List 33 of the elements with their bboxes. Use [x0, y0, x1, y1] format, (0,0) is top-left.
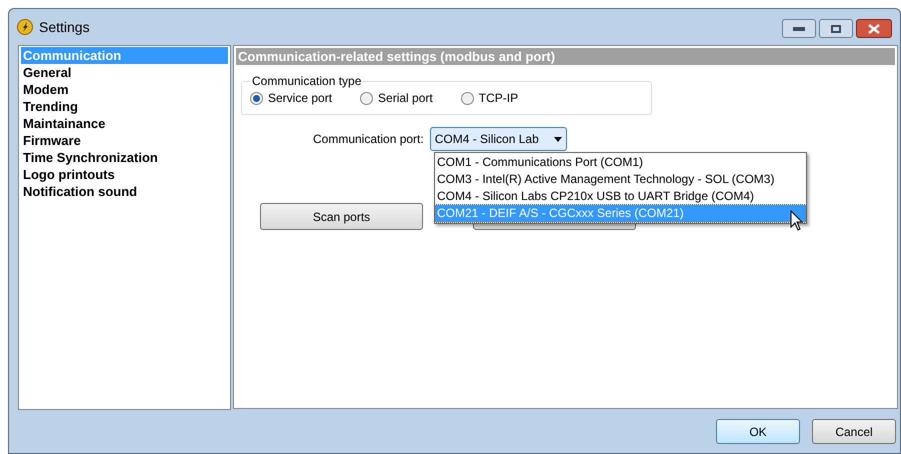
- dropdown-option[interactable]: COM4 - Silicon Labs CP210x USB to UART Bridge (COM4): [435, 188, 806, 205]
- maximize-icon: [831, 24, 841, 32]
- scan-ports-button[interactable]: Scan ports: [260, 203, 423, 230]
- sidebar-item[interactable]: Logo printouts: [21, 166, 228, 183]
- radio-label: TCP-IP: [478, 90, 518, 107]
- close-button[interactable]: [856, 19, 892, 38]
- group-legend: Communication type: [250, 72, 364, 90]
- radio-button[interactable]: [360, 92, 374, 104]
- field-label: Communication port:: [313, 131, 424, 148]
- sidebar-item[interactable]: Firmware: [21, 132, 228, 149]
- window-title: Settings: [39, 18, 90, 37]
- sidebar-item[interactable]: Time Synchronization: [21, 149, 228, 166]
- close-icon: [868, 24, 880, 34]
- minimize-button[interactable]: [782, 19, 816, 38]
- sidebar-item[interactable]: Maintainance: [21, 115, 228, 132]
- radio-button[interactable]: [460, 92, 474, 104]
- dropdown-option[interactable]: COM1 - Communications Port (COM1): [435, 154, 806, 171]
- dropdown-arrow-icon: [554, 136, 562, 142]
- dropdown-option[interactable]: COM3 - Intel(R) Active Management Technology - SOL (COM3): [435, 171, 806, 188]
- port-dropdown[interactable]: COM4 - Silicon Lab: [430, 127, 567, 151]
- radio-button[interactable]: [250, 92, 263, 104]
- section-header: Communication-related settings (modbus and port): [236, 48, 895, 65]
- sidebar-item[interactable]: Modem: [21, 81, 228, 98]
- sidebar-item[interactable]: Trending: [21, 98, 228, 115]
- app-icon: [17, 19, 33, 35]
- maximize-button[interactable]: [819, 19, 853, 38]
- sidebar-item[interactable]: Notification sound: [21, 183, 228, 200]
- radio-label: Serial port: [378, 90, 433, 107]
- sidebar-item[interactable]: General: [21, 64, 228, 81]
- ok-button[interactable]: OK: [716, 419, 800, 444]
- radio-label: Service port: [268, 90, 332, 107]
- cancel-button[interactable]: Cancel: [812, 419, 896, 444]
- minimize-icon: [793, 26, 805, 30]
